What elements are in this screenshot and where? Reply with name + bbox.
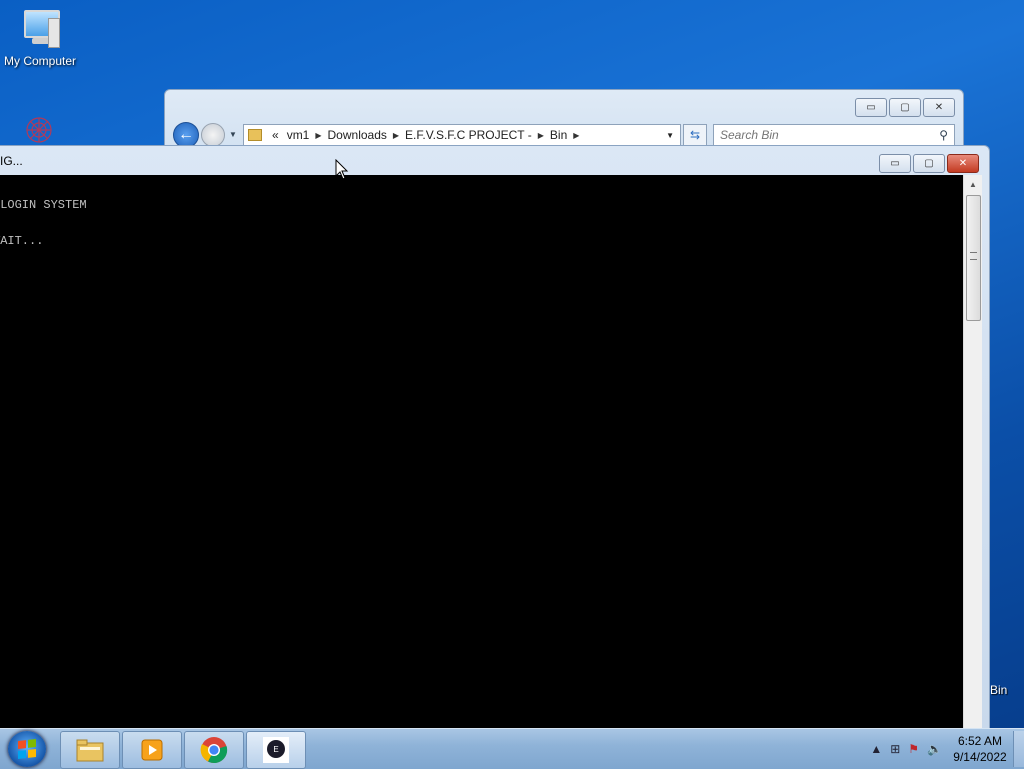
computer-icon: [18, 8, 62, 50]
breadcrumb-project[interactable]: E.F.V.S.F.C PROJECT -: [401, 128, 536, 142]
console-line: LOGIN SYSTEM: [0, 198, 87, 212]
console-window[interactable]: IG... ▭ ▢ ✕ LOGIN SYSTEM WAIT... ▲: [0, 145, 990, 730]
media-player-icon: [141, 739, 163, 761]
search-input[interactable]: [714, 127, 932, 143]
recent-pages-dropdown[interactable]: ▼: [229, 130, 237, 139]
console-maximize-button[interactable]: ▢: [913, 154, 945, 173]
explorer-window-controls: ▭ ▢ ✕: [855, 98, 955, 117]
chevron-right-icon[interactable]: ▶: [536, 131, 546, 140]
console-close-button[interactable]: ✕: [947, 154, 979, 173]
app-icon: E: [263, 737, 289, 763]
address-dropdown-icon[interactable]: ▼: [666, 131, 674, 140]
console-minimize-button[interactable]: ▭: [879, 154, 911, 173]
console-line: WAIT...: [0, 234, 44, 248]
show-desktop-button[interactable]: [1013, 731, 1024, 767]
taskbar-console-app-button[interactable]: E: [246, 731, 306, 769]
start-button[interactable]: [8, 731, 46, 767]
system-tray: ▲ ⊞ ⚑ 🔈 6:52 AM 9/14/2022: [870, 729, 1010, 769]
back-arrow-icon: ←: [178, 126, 194, 143]
action-center-flag-icon[interactable]: ⚑: [908, 742, 919, 756]
folder-icon: [76, 739, 104, 762]
recycle-bin-label-partial[interactable]: Bin: [990, 683, 1007, 697]
forward-button[interactable]: [201, 123, 225, 147]
clock-date: 9/14/2022: [953, 750, 1007, 764]
scroll-up-arrow-icon[interactable]: ▲: [964, 175, 982, 193]
volume-icon[interactable]: 🔈: [927, 742, 942, 756]
console-window-controls: ▭ ▢ ✕: [879, 154, 979, 173]
my-computer-desktop-icon[interactable]: My Computer: [0, 8, 80, 68]
explorer-minimize-button[interactable]: ▭: [855, 98, 887, 117]
breadcrumb-bin[interactable]: Bin: [546, 128, 571, 142]
taskbar-chrome-button[interactable]: [184, 731, 244, 769]
console-vertical-scrollbar[interactable]: ▲: [963, 175, 982, 729]
breadcrumb-vm1[interactable]: vm1: [283, 128, 314, 142]
svg-text:E: E: [273, 745, 278, 754]
breadcrumb-overflow[interactable]: «: [268, 128, 283, 142]
address-bar[interactable]: « vm1 ▶ Downloads ▶ E.F.V.S.F.C PROJECT …: [243, 124, 681, 146]
chrome-icon: [200, 737, 228, 764]
show-hidden-icons-icon[interactable]: ▲: [870, 742, 882, 756]
search-box[interactable]: ⚲: [713, 124, 955, 146]
mouse-cursor-icon: [335, 159, 349, 180]
taskbar-media-player-button[interactable]: [122, 731, 182, 769]
clock-time: 6:52 AM: [957, 734, 1003, 748]
explorer-close-button[interactable]: ✕: [923, 98, 955, 117]
chevron-right-icon[interactable]: ▶: [391, 131, 401, 140]
scrollbar-thumb[interactable]: [966, 195, 981, 321]
taskbar-file-explorer-button[interactable]: [60, 731, 120, 769]
my-computer-label: My Computer: [3, 54, 77, 68]
chevron-right-icon[interactable]: ▶: [571, 131, 581, 140]
breadcrumb-downloads[interactable]: Downloads: [324, 128, 391, 142]
clock[interactable]: 6:52 AM 9/14/2022: [950, 733, 1010, 765]
explorer-maximize-button[interactable]: ▢: [889, 98, 921, 117]
search-icon[interactable]: ⚲: [939, 128, 948, 142]
refresh-icon: ⇆: [689, 128, 701, 142]
console-window-title: IG...: [0, 154, 23, 168]
windows-logo-icon: [18, 739, 36, 759]
folder-icon: [248, 129, 262, 141]
network-icon[interactable]: ⊞: [890, 742, 900, 756]
console-output[interactable]: LOGIN SYSTEM WAIT...: [0, 175, 963, 729]
chevron-right-icon[interactable]: ▶: [313, 131, 323, 140]
refresh-button[interactable]: ⇆: [683, 124, 707, 146]
taskbar: E ▲ ⊞ ⚑ 🔈 6:52 AM 9/14/2022: [0, 728, 1024, 769]
